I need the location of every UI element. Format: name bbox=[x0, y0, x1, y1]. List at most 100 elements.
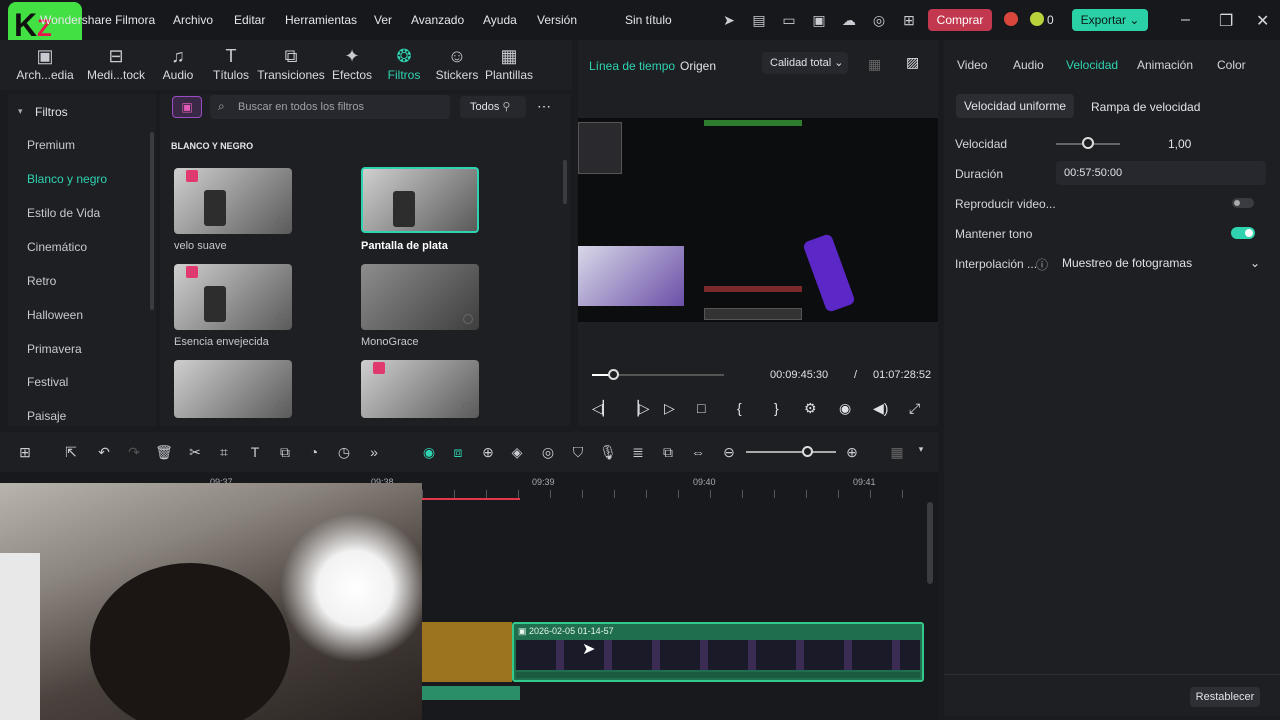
nav-premium[interactable]: Premium bbox=[27, 138, 75, 152]
nav-scrollbar[interactable] bbox=[150, 132, 154, 310]
redo-icon[interactable]: ↷ bbox=[125, 444, 143, 461]
play-icon[interactable]: ▷ bbox=[664, 400, 675, 417]
quality-dropdown[interactable]: Calidad total ⌄ bbox=[762, 52, 848, 74]
next-frame-icon[interactable]: ▕▷ bbox=[628, 400, 650, 417]
tab-color[interactable]: Color bbox=[1217, 58, 1246, 72]
progress-handle[interactable] bbox=[608, 369, 619, 380]
search-input[interactable]: ⌕ Buscar en todos los filtros bbox=[210, 95, 450, 119]
tab-media[interactable]: ▣ Arch...edia bbox=[10, 44, 80, 82]
nav-paisaje[interactable]: Paisaje bbox=[27, 409, 66, 423]
nav-primavera[interactable]: Primavera bbox=[27, 342, 82, 356]
screen-icon[interactable]: ▭ bbox=[780, 11, 798, 29]
minimize-icon[interactable]: – bbox=[1181, 11, 1190, 29]
snapshot-image-icon[interactable]: ▨ bbox=[906, 54, 919, 71]
maximize-icon[interactable]: ❐ bbox=[1219, 11, 1233, 31]
tab-audio-props[interactable]: Audio bbox=[1013, 58, 1044, 72]
filter-thumb-pantalla-de-plata[interactable] bbox=[361, 167, 479, 233]
tab-velocidad[interactable]: Velocidad bbox=[1066, 58, 1118, 72]
nav-estilo-de-vida[interactable]: Estilo de Vida bbox=[27, 206, 100, 220]
select-tool-icon[interactable]: ⇱ bbox=[62, 444, 80, 461]
filter-thumb-monograce[interactable] bbox=[361, 264, 479, 330]
volume-icon[interactable]: ◀) bbox=[873, 400, 888, 417]
nav-festival[interactable]: Festival bbox=[27, 375, 68, 389]
interpolation-dropdown[interactable]: Muestreo de fotogramas ⌄ bbox=[1056, 251, 1266, 275]
microphone-icon[interactable]: 🎙 bbox=[599, 444, 617, 461]
track-layout-icon[interactable]: ▦ bbox=[888, 444, 906, 461]
tab-stock-media[interactable]: ⊟ Medi...tock bbox=[81, 44, 151, 82]
nav-retro[interactable]: Retro bbox=[27, 274, 56, 288]
filter-thumb[interactable] bbox=[361, 360, 479, 418]
cut-icon[interactable]: ✂ bbox=[186, 444, 204, 461]
subtab-uniform-speed[interactable]: Velocidad uniforme bbox=[956, 94, 1074, 118]
tab-source-preview[interactable]: Origen bbox=[680, 59, 716, 73]
keep-pitch-toggle[interactable] bbox=[1231, 227, 1255, 239]
effect-clip[interactable] bbox=[422, 686, 520, 700]
tab-transitions[interactable]: ⧉ Transiciones bbox=[256, 44, 326, 82]
timeline-scrollbar[interactable] bbox=[927, 502, 933, 584]
help-icon[interactable]: ⓘ bbox=[1036, 256, 1048, 273]
collapse-arrow-icon[interactable]: ▾ bbox=[18, 106, 23, 117]
reset-button[interactable]: Restablecer bbox=[1190, 687, 1260, 707]
filters-section-title[interactable]: Filtros bbox=[35, 105, 68, 119]
tab-templates[interactable]: ▦ Plantillas bbox=[474, 44, 544, 82]
nav-halloween[interactable]: Halloween bbox=[27, 308, 83, 322]
store-icon[interactable]: ▣ bbox=[172, 96, 202, 118]
tab-animacion[interactable]: Animación bbox=[1137, 58, 1193, 72]
menu-archivo[interactable]: Archivo bbox=[173, 13, 213, 27]
audio-mixer-icon[interactable]: ≣ bbox=[629, 444, 647, 461]
filter-thumb-velo-suave[interactable] bbox=[174, 168, 292, 234]
zoom-slider-track[interactable] bbox=[746, 451, 836, 453]
ai-tool-icon[interactable]: ⧉ bbox=[276, 444, 294, 461]
duration-input[interactable]: 00:57:50:00 bbox=[1056, 161, 1266, 185]
cloud-upload-icon[interactable]: ☁ bbox=[840, 11, 858, 29]
keyframe-icon[interactable]: ◈ bbox=[508, 444, 526, 461]
menu-editar[interactable]: Editar bbox=[234, 13, 265, 27]
zoom-in-icon[interactable]: ⊕ bbox=[843, 444, 861, 461]
more-icon[interactable]: ⋯ bbox=[537, 98, 551, 115]
download-icon[interactable] bbox=[463, 402, 473, 412]
add-icon[interactable] bbox=[276, 402, 286, 412]
shield-icon[interactable]: ⛉ bbox=[569, 444, 587, 461]
speed-slider-handle[interactable] bbox=[1082, 137, 1094, 149]
snap-icon[interactable]: ⧈ bbox=[449, 444, 467, 461]
download-icon[interactable] bbox=[276, 314, 286, 324]
tab-timeline-preview[interactable]: Línea de tiempo bbox=[589, 59, 675, 73]
menu-version[interactable]: Versión bbox=[537, 13, 577, 27]
send-icon[interactable]: ➤ bbox=[720, 11, 738, 29]
nav-cinematico[interactable]: Cinemático bbox=[27, 240, 87, 254]
fullscreen-icon[interactable]: ⤢ bbox=[909, 400, 920, 417]
delete-icon[interactable]: 🗑 bbox=[155, 444, 173, 461]
subtab-speed-ramp[interactable]: Rampa de velocidad bbox=[1091, 100, 1200, 114]
speed-value[interactable]: 1,00 bbox=[1168, 137, 1191, 151]
text-tool-icon[interactable]: T bbox=[246, 444, 264, 460]
menu-ver[interactable]: Ver bbox=[374, 13, 392, 27]
speed-tool-icon[interactable]: ◔ bbox=[305, 444, 323, 460]
crop-icon[interactable]: ⌗ bbox=[215, 444, 233, 461]
download-icon[interactable] bbox=[463, 314, 473, 324]
camera-icon[interactable]: ◉ bbox=[839, 400, 851, 417]
filter-thumb-esencia-envejecida[interactable] bbox=[174, 264, 292, 330]
timer-icon[interactable]: ◷ bbox=[335, 444, 353, 461]
mark-in-icon[interactable]: { bbox=[737, 400, 742, 416]
ai-audio-icon[interactable]: ◎ bbox=[539, 444, 557, 461]
render-settings-icon[interactable]: ⚙ bbox=[804, 400, 817, 417]
video-clip[interactable]: ▣ 2026-02-05 01-14-57 bbox=[512, 622, 924, 682]
more-tools-icon[interactable]: » bbox=[365, 444, 383, 460]
fit-icon[interactable]: ⇔ bbox=[689, 444, 707, 460]
menu-avanzado[interactable]: Avanzado bbox=[411, 13, 464, 27]
audio-clip[interactable] bbox=[422, 622, 512, 682]
buy-button[interactable]: Comprar bbox=[928, 9, 992, 31]
chevron-down-icon[interactable]: ▾ bbox=[912, 444, 930, 455]
mark-out-icon[interactable]: } bbox=[774, 400, 779, 416]
download-icon[interactable] bbox=[276, 218, 286, 228]
tab-video[interactable]: Video bbox=[957, 58, 987, 72]
clipboard-icon[interactable]: ▤ bbox=[750, 11, 768, 29]
save-icon[interactable]: ▣ bbox=[810, 11, 828, 29]
stop-icon[interactable]: □ bbox=[697, 400, 705, 416]
replace-icon[interactable]: ⧉ bbox=[659, 444, 677, 461]
reverse-toggle[interactable] bbox=[1232, 198, 1254, 208]
previous-frame-icon[interactable]: ◁▏ bbox=[592, 400, 614, 417]
close-icon[interactable]: ✕ bbox=[1256, 11, 1269, 31]
filter-thumb[interactable] bbox=[174, 360, 292, 418]
zoom-out-icon[interactable]: ⊖ bbox=[720, 444, 738, 461]
